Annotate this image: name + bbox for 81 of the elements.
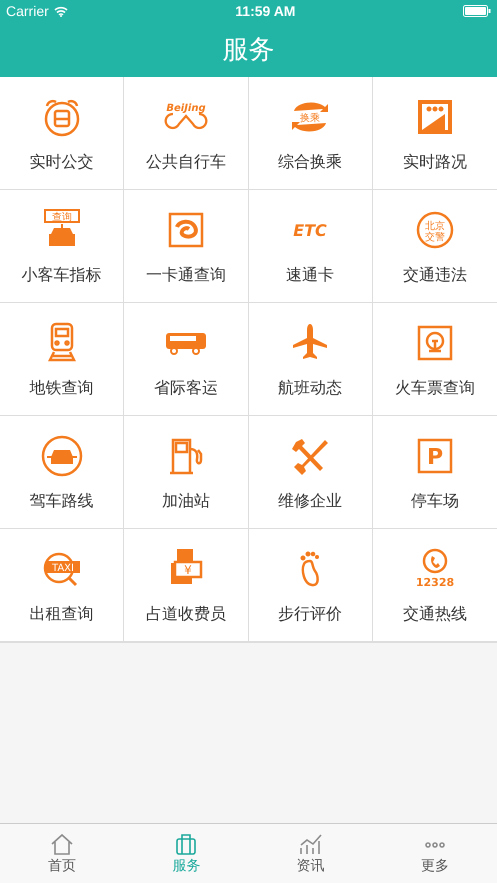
card-logo-icon [168, 212, 204, 247]
icon-text: 12328 [416, 576, 454, 588]
service-tile[interactable]: 实时路况 [372, 77, 497, 190]
service-label: 地铁查询 [30, 378, 94, 398]
service-tile[interactable]: 省际客运 [124, 303, 248, 416]
service-tile[interactable]: 换乘 综合换乘 [248, 77, 373, 190]
service-label: 小客车指标 [22, 264, 102, 286]
service-label: 速通卡 [286, 264, 334, 286]
icon-text: 查询 [52, 212, 72, 222]
railway-logo-icon [418, 325, 452, 360]
sign-frame [418, 438, 452, 473]
service-tile[interactable]: TAXI 出租查询 [0, 529, 124, 642]
bus-icon [166, 332, 206, 354]
car-icon [41, 435, 82, 476]
service-tile[interactable]: BeiJing 公共自行车 [124, 77, 248, 190]
service-tile[interactable]: 查询 小客车指标 [0, 190, 124, 303]
home-icon [51, 834, 73, 855]
service-tile[interactable]: 步行评价 [248, 529, 373, 642]
service-label: 省际客运 [154, 378, 218, 398]
service-label: 火车票查询 [394, 378, 475, 398]
service-label: 加油站 [162, 490, 210, 512]
service-tile[interactable]: 12328 交通热线 [372, 529, 497, 642]
train-icon [48, 322, 76, 361]
service-label: 综合换乘 [278, 152, 342, 172]
service-label: 步行评价 [278, 604, 342, 624]
page-title: 服务 [222, 34, 274, 67]
icon-text: P [426, 444, 443, 470]
status-time: 11:59 AM [235, 3, 296, 19]
traffic-road-icon [418, 100, 452, 134]
tab-bar-item[interactable]: 首页 [0, 824, 124, 883]
service-tile[interactable]: 加油站 [124, 416, 248, 529]
service-tile[interactable]: ¥ 占道收费员 [124, 529, 248, 642]
service-tile[interactable]: 维修企业 [248, 416, 373, 529]
service-label: 公共自行车 [146, 152, 226, 172]
service-label: 航班动态 [278, 378, 342, 398]
service-label: 一卡通查询 [146, 264, 226, 286]
seal-ring [416, 211, 454, 248]
service-label: 交通热线 [402, 604, 467, 624]
car-icon [48, 224, 75, 246]
briefcase-icon [176, 834, 196, 855]
alarm-clock-icon [44, 99, 79, 136]
fuel-pump-icon [168, 438, 202, 474]
service-label: 停车场 [410, 490, 459, 512]
service-label: 占道收费员 [146, 604, 226, 624]
tools-icon [292, 438, 328, 474]
cycle-arrows-icon [292, 102, 328, 131]
service-tile[interactable]: ETC 速通卡 [248, 190, 373, 303]
service-label: 交通违法 [402, 264, 467, 286]
service-tile[interactable]: 火车票查询 [372, 303, 497, 416]
chart-icon [300, 834, 322, 855]
service-tile[interactable]: 一卡通查询 [124, 190, 248, 303]
battery-icon [463, 5, 491, 17]
service-tile[interactable]: P 停车场 [372, 416, 497, 529]
airplane-icon [293, 324, 328, 358]
icon-text: ¥ [184, 562, 192, 576]
service-tile[interactable]: 实时公交 [0, 77, 124, 190]
service-label: 实时路况 [402, 152, 467, 172]
icon-text: 北京交警 [424, 220, 445, 242]
icon-text: 换乘 [300, 112, 320, 124]
tab-bar-item[interactable]: 更多 [372, 824, 497, 883]
tab-bar-item[interactable]: 资讯 [248, 824, 373, 883]
carrier-label: Carrier [6, 3, 49, 19]
footprint-icon [300, 551, 320, 586]
service-tile[interactable]: 北京交警 交通违法 [372, 190, 497, 303]
wifi-icon [54, 6, 68, 16]
hand-ticket-icon [170, 548, 202, 584]
sign-frame [44, 208, 80, 222]
phone-icon [422, 548, 448, 573]
etc-logo: ETC [293, 220, 327, 240]
service-label: 出租查询 [30, 604, 94, 624]
more-icon [425, 842, 445, 848]
service-label: 驾车路线 [30, 490, 94, 512]
service-label: 实时公交 [30, 152, 94, 172]
service-label: 维修企业 [278, 490, 342, 512]
service-tile[interactable]: 地铁查询 [0, 303, 124, 416]
service-tile[interactable]: 航班动态 [248, 303, 373, 416]
service-tile[interactable]: 驾车路线 [0, 416, 124, 529]
bicycle-icon [164, 112, 208, 129]
magnifier-icon [43, 552, 77, 586]
icon-text: BeiJing [166, 102, 206, 114]
taxi-sign: TAXI [46, 560, 80, 574]
